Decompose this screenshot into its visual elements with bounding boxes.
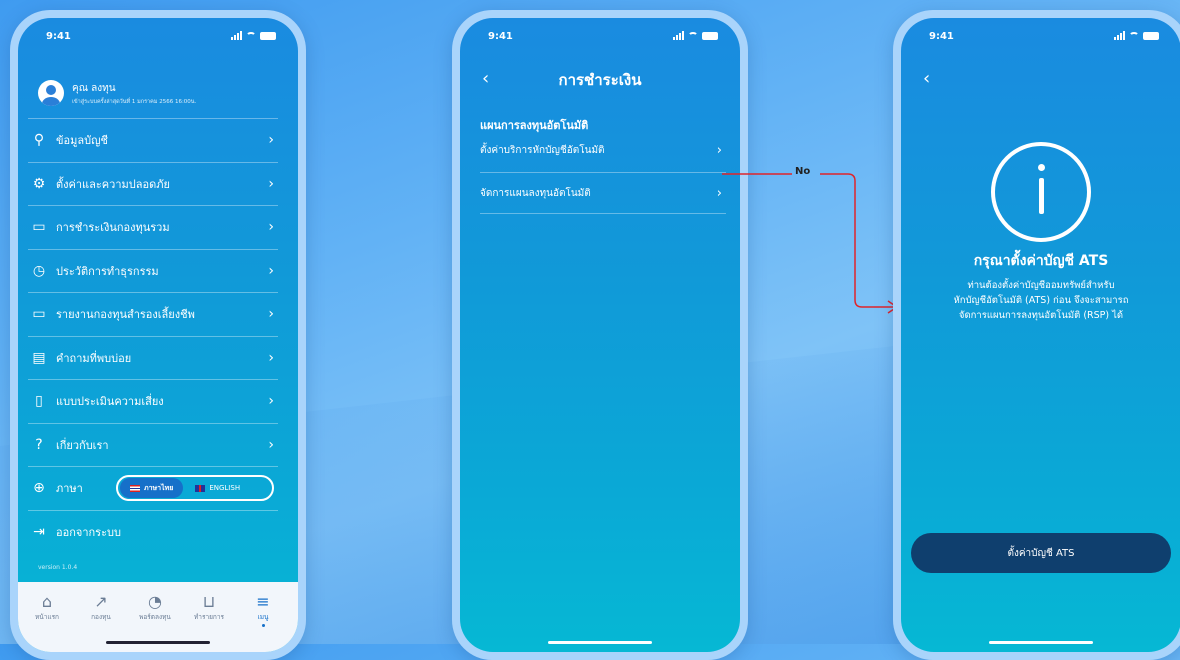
setup-ats-button[interactable]: ตั้งค่าบัญชี ATS [911,533,1171,573]
notice-line: จัดการแผนการลงทุนอัตโนมัติ (RSP) ได้ [958,310,1124,321]
info-icon [991,142,1091,242]
ats-screen: 9:41 ‹ กรุณาตั้งค่าบัญชี ATS ท่านต้องตั้… [901,18,1180,652]
signal-icon [1114,31,1125,40]
wifi-icon [1129,31,1139,40]
status-time: 9:41 [929,31,954,42]
connector-label: No [795,166,811,177]
phone-ats-screen: 9:41 ‹ กรุณาตั้งค่าบัญชี ATS ท่านต้องตั้… [893,10,1180,660]
connector-line-right [820,173,896,308]
back-chevron-icon[interactable]: ‹ [923,68,930,89]
notice-line: หักบัญชีอัตโนมัติ (ATS) ก่อน จึงจะสามารถ [953,295,1129,306]
notice-body: ท่านต้องตั้งค่าบัญชีออมทรัพย์สำหรับ หักบ… [911,278,1171,323]
notice-line: ท่านต้องตั้งค่าบัญชีออมทรัพย์สำหรับ [967,280,1115,291]
status-bar: 9:41 [923,31,1159,45]
battery-icon [1143,31,1159,40]
notice-heading: กรุณาตั้งค่าบัญชี ATS [973,253,1109,269]
